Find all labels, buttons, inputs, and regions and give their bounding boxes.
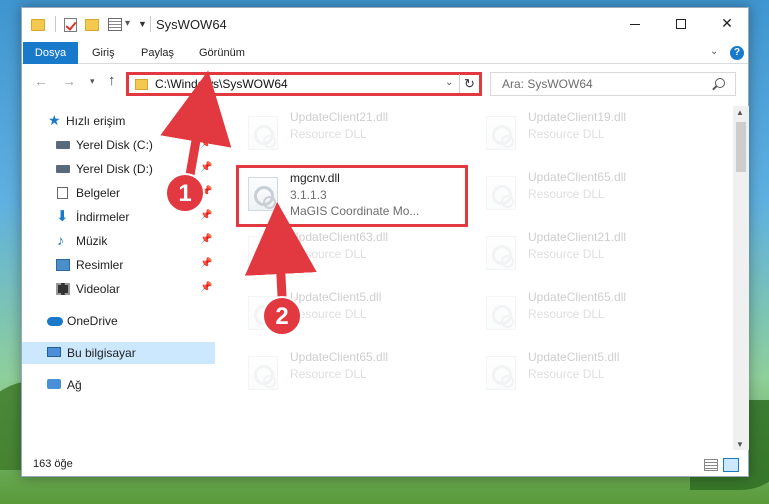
annotation-marker-1: 1	[165, 173, 205, 213]
arrow-to-address-bar	[160, 70, 232, 180]
arrow-to-file	[244, 202, 317, 301]
annotation-arrows	[160, 70, 317, 301]
annotation-marker-2: 2	[262, 296, 302, 336]
